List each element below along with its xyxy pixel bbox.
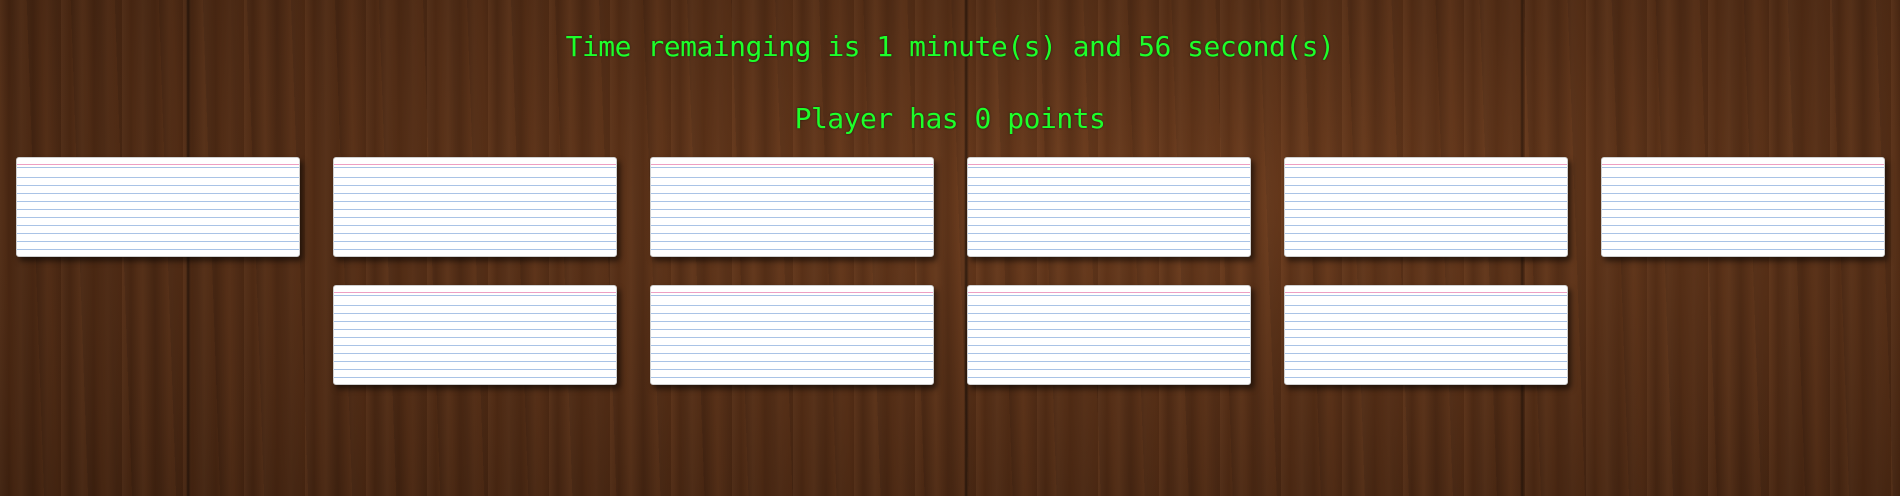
game-board: { "hud": { "timer_text": "Time remaingin… <box>0 0 1900 496</box>
score-text: Player has 0 points <box>794 102 1106 135</box>
card-text <box>968 286 1250 384</box>
index-card[interactable] <box>1284 285 1568 385</box>
card-text <box>1602 158 1884 256</box>
card-text <box>651 158 933 256</box>
index-card[interactable] <box>1601 157 1885 257</box>
card-text <box>1285 158 1567 256</box>
index-card[interactable] <box>650 285 934 385</box>
card-text <box>17 158 299 256</box>
index-card[interactable] <box>967 157 1251 257</box>
index-card[interactable] <box>967 285 1251 385</box>
index-card[interactable] <box>333 285 617 385</box>
index-card[interactable] <box>16 157 300 257</box>
timer-text: Time remainging is 1 minute(s) and 56 se… <box>565 30 1335 63</box>
index-card[interactable] <box>650 157 934 257</box>
card-text <box>334 158 616 256</box>
card-text <box>1285 286 1567 384</box>
card-text <box>968 158 1250 256</box>
card-text <box>334 286 616 384</box>
index-card[interactable] <box>333 157 617 257</box>
card-text <box>651 286 933 384</box>
index-card[interactable] <box>1284 157 1568 257</box>
